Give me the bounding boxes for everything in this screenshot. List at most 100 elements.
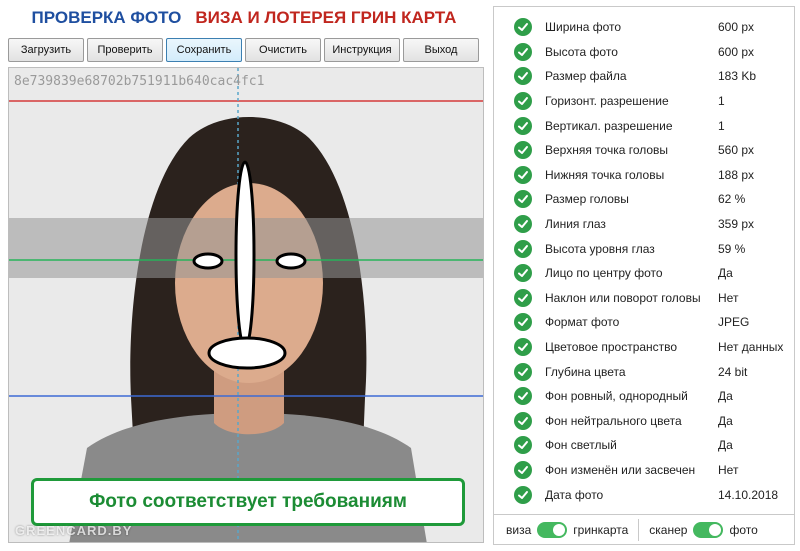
load-button[interactable]: Загрузить <box>8 38 84 62</box>
check-label: Высота уровня глаз <box>545 241 655 256</box>
exit-button[interactable]: Выход <box>403 38 479 62</box>
checkmark-icon <box>514 116 532 135</box>
check-row: Размер файла 183 Kb <box>494 64 794 89</box>
check-label: Дата фото <box>545 487 604 502</box>
toolbar: Загрузить Проверить Сохранить Очистить И… <box>8 38 479 62</box>
check-label: Высота фото <box>545 44 618 59</box>
check-value: 359 px <box>718 217 755 232</box>
checkmark-icon <box>514 141 532 160</box>
check-row: Фон ровный, однородный Да <box>494 384 794 409</box>
greencard-label: гринкарта <box>573 522 629 537</box>
check-value: 188 px <box>718 167 755 182</box>
check-label: Размер головы <box>545 192 629 207</box>
checkmark-icon <box>514 313 532 332</box>
right-eye-marker <box>275 252 307 270</box>
check-value: 600 px <box>718 20 755 35</box>
check-row: Ширина фото 600 px <box>494 15 794 40</box>
checkmark-icon <box>514 338 532 357</box>
check-button[interactable]: Проверить <box>87 38 163 62</box>
save-button[interactable]: Сохранить <box>166 38 242 62</box>
checkmark-icon <box>514 461 532 480</box>
check-value: JPEG <box>718 315 750 330</box>
title-photo-check: ПРОВЕРКА ФОТО <box>31 8 182 27</box>
portrait-photo <box>9 68 483 542</box>
check-row: Цветовое пространство Нет данных <box>494 335 794 360</box>
check-value: Нет <box>718 290 739 305</box>
checkmark-icon <box>514 18 532 37</box>
check-row: Вертикал. разрешение 1 <box>494 113 794 138</box>
left-eye-marker <box>192 252 224 270</box>
check-row: Лицо по центру фото Да <box>494 261 794 286</box>
scanner-label: сканер <box>649 522 688 537</box>
check-value: 59 % <box>718 241 746 256</box>
photo-label: фото <box>729 522 758 537</box>
nose-marker <box>234 160 256 350</box>
check-row: Высота фото 600 px <box>494 40 794 65</box>
checkmark-icon <box>514 215 532 234</box>
check-value: 600 px <box>718 44 755 59</box>
source-switch[interactable] <box>693 521 724 538</box>
check-label: Фон светлый <box>545 438 617 453</box>
checkmark-icon <box>514 239 532 258</box>
check-row: Горизонт. разрешение 1 <box>494 89 794 114</box>
instruction-button[interactable]: Инструкция <box>324 38 400 62</box>
checkmark-icon <box>514 411 532 430</box>
check-row: Фон изменён или засвечен Нет <box>494 458 794 483</box>
check-label: Ширина фото <box>545 20 622 35</box>
check-label: Верхняя точка головы <box>545 143 669 158</box>
checkmark-icon <box>514 67 532 86</box>
check-value: 1 <box>718 94 725 109</box>
check-label: Горизонт. разрешение <box>545 94 669 109</box>
checkmark-icon <box>514 190 532 209</box>
checkmark-icon <box>514 42 532 61</box>
check-row: Наклон или поворот головы Нет <box>494 286 794 311</box>
check-row: Высота уровня глаз 59 % <box>494 236 794 261</box>
visa-label: виза <box>506 522 532 537</box>
check-value: 14.10.2018 <box>718 487 779 502</box>
check-row: Фон светлый Да <box>494 433 794 458</box>
check-row: Фон нейтрального цвета Да <box>494 409 794 434</box>
check-label: Наклон или поворот головы <box>545 290 701 305</box>
check-row: Формат фото JPEG <box>494 310 794 335</box>
check-value: Да <box>718 389 733 404</box>
check-row: Дата фото 14.10.2018 <box>494 482 794 507</box>
check-label: Глубина цвета <box>545 364 626 379</box>
purpose-toggle-group: виза гринкарта <box>506 521 629 538</box>
check-label: Линия глаз <box>545 217 606 232</box>
check-row: Нижняя точка головы 188 px <box>494 163 794 188</box>
toggle-divider <box>638 518 640 541</box>
mode-toggles: виза гринкарта сканер фото <box>493 515 795 545</box>
check-value: Нет данных <box>718 340 784 355</box>
check-value: Нет <box>718 463 739 478</box>
checkmark-icon <box>514 165 532 184</box>
check-label: Фон ровный, однородный <box>545 389 688 404</box>
check-row: Линия глаз 359 px <box>494 212 794 237</box>
checkmark-icon <box>514 92 532 111</box>
check-label: Размер файла <box>545 69 627 84</box>
check-label: Фон нейтрального цвета <box>545 413 682 428</box>
check-label: Цветовое пространство <box>545 340 678 355</box>
verdict-banner: Фото соответствует требованиям <box>31 478 465 526</box>
source-toggle-group: сканер фото <box>649 521 758 538</box>
checkmark-icon <box>514 387 532 406</box>
check-label: Лицо по центру фото <box>545 266 663 281</box>
check-row: Размер головы 62 % <box>494 187 794 212</box>
checkmark-icon <box>514 362 532 381</box>
purpose-switch[interactable] <box>537 521 568 538</box>
app-title: ПРОВЕРКА ФОТО ВИЗА И ЛОТЕРЕЯ ГРИН КАРТА <box>0 8 488 28</box>
clear-button[interactable]: Очистить <box>245 38 321 62</box>
check-value: 24 bit <box>718 364 748 379</box>
check-label: Формат фото <box>545 315 620 330</box>
check-value: Да <box>718 266 733 281</box>
check-value: 560 px <box>718 143 755 158</box>
title-visa-lottery: ВИЗА И ЛОТЕРЕЯ ГРИН КАРТА <box>195 8 457 27</box>
check-results-panel: Ширина фото 600 px Высота фото 600 px Размер… <box>493 6 795 515</box>
check-label: Фон изменён или засвечен <box>545 463 696 478</box>
photo-viewer: 8e739839e68702b751911b640cac4fc1 Фото со… <box>8 67 484 543</box>
check-row: Верхняя точка головы 560 px <box>494 138 794 163</box>
checkmark-icon <box>514 436 532 455</box>
check-value: 62 % <box>718 192 746 207</box>
check-row: Глубина цвета 24 bit <box>494 359 794 384</box>
check-label: Нижняя точка головы <box>545 167 665 182</box>
checkmark-icon <box>514 485 532 504</box>
